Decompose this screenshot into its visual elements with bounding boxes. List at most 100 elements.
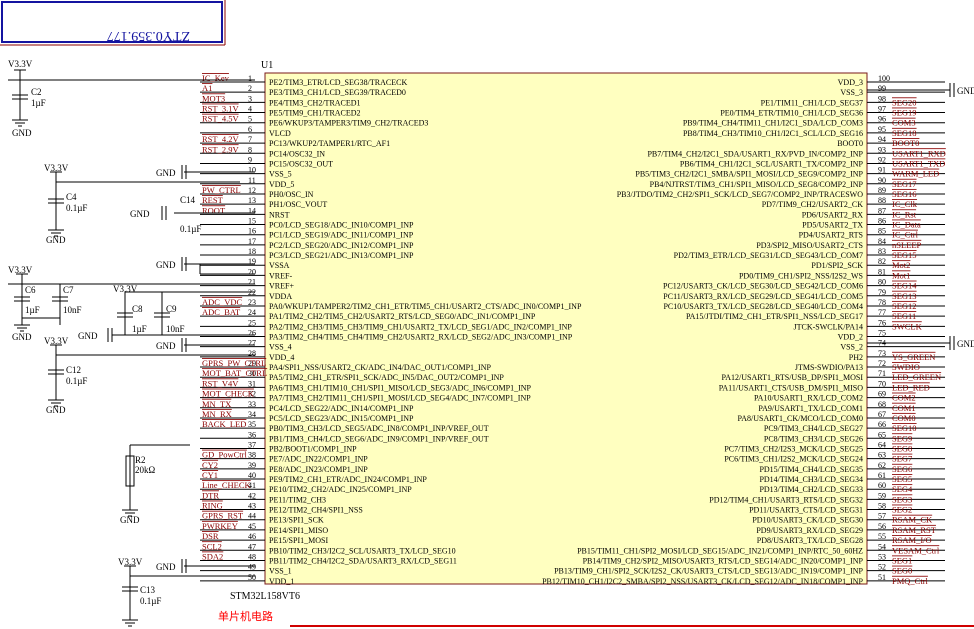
- left-pin-name: PC3/LCD_SEG21/ADC_IN13/COMP1_INP: [269, 251, 414, 260]
- right-pin-name: PB7/TIM4_CH2/I2C1_SDA/USART1_RX/PVD_IN/C…: [647, 149, 863, 158]
- c2-label: C2: [31, 87, 42, 97]
- v33-label-1: V3.3V: [8, 59, 33, 69]
- right-net-label: WARM_LED: [892, 169, 939, 179]
- left-pin-number: 14: [248, 206, 256, 215]
- right-net-label: IC_Clk: [892, 199, 918, 209]
- right-pin-name: PC8/TIM3_CH3/LCD_SEG26: [764, 434, 863, 443]
- left-net-label: ADC_BAT: [202, 307, 241, 317]
- right-pin-number: 60: [878, 481, 886, 490]
- left-pin-name: PB11/TIM2_CH4/I2C2_SDA/USART3_RX/LCD_SEG…: [269, 556, 457, 565]
- left-pin-number: 19: [248, 257, 256, 266]
- right-pin-number: 70: [878, 379, 886, 388]
- chip-caption: 单片机电路: [218, 609, 273, 623]
- right-pin-number: 67: [878, 410, 886, 419]
- left-net-label: Line_CHECK: [202, 480, 251, 490]
- right-pin-name: JTCK-SWCLK/PA14: [794, 322, 864, 331]
- left-pin-name: PE13/SPI1_SCK: [269, 516, 324, 525]
- left-net-label: RST_V4V: [202, 378, 239, 388]
- right-net-label: COM1: [892, 403, 916, 413]
- right-pin-name: PD7/TIM9_CH2/USART2_CK: [762, 200, 864, 209]
- left-net-label: SDA2: [202, 551, 223, 561]
- chip-designator: U1: [261, 60, 273, 71]
- right-pin-number: 82: [878, 257, 886, 266]
- left-net-label: DSR: [202, 531, 219, 541]
- right-pin-name: PB8/TIM4_CH3/TIM10_CH1/I2C1_SCL/LCD_SEG1…: [683, 129, 863, 138]
- right-pin-number: 96: [878, 115, 886, 124]
- left-pin-name: PA7/TIM3_CH2/TIM11_CH1/SPI1_MOSI/LCD_SEG…: [269, 394, 531, 403]
- c12-label: C12: [66, 365, 81, 375]
- left-pin-number: 37: [248, 440, 256, 449]
- right-net-label: COM2: [892, 393, 916, 403]
- left-pin-name: PA4/SPI1_NSS/USART2_CK/ADC_IN4/DAC_OUT1/…: [269, 363, 491, 372]
- right-pin-number: 71: [878, 369, 886, 378]
- right-pin-name: PD14/TIM4_CH3/LCD_SEG34: [759, 475, 863, 484]
- left-pin-number: 44: [248, 512, 256, 521]
- left-pin-name: VSS_4: [269, 343, 292, 352]
- right-pin-number: 59: [878, 491, 886, 500]
- left-pin-number: 45: [248, 522, 256, 531]
- left-net-label: IC_Kev: [202, 73, 230, 83]
- ground-symbol-icon: [122, 619, 138, 627]
- left-pin-name: PE2/TIM3_ETR/LCD_SEG38/TRACECK: [269, 78, 407, 87]
- gnd-label-5: GND: [120, 515, 140, 525]
- left-net-label: MN_RX: [202, 409, 232, 419]
- right-pin-name: PB6/TIM4_CH1/I2C1_SCL/USART1_TX/COMP2_IN…: [680, 159, 864, 168]
- left-pin-number: 11: [248, 176, 256, 185]
- left-net-label: PW_CTRL: [202, 185, 241, 195]
- right-pin-name: PD15/TIM4_CH4/LCD_SEG35: [759, 465, 863, 474]
- right-net-label: COM0: [892, 413, 916, 423]
- left-pin-number: 16: [248, 227, 256, 236]
- right-pin-number: 87: [878, 206, 886, 215]
- right-net-label: SEG15: [892, 250, 917, 260]
- left-net-label: A1: [202, 83, 212, 93]
- right-net-label: SEG5: [892, 474, 912, 484]
- right-net-label: SEG9: [892, 433, 912, 443]
- left-pin-name: PB0/TIM3_CH3/LCD_SEG5/ADC_IN8/COMP1_INP/…: [269, 424, 489, 433]
- left-pin-number: 47: [248, 542, 256, 551]
- right-pin-name: PC6/TIM3_CH1/I2S2_MCK/LCD_SEG24: [724, 455, 863, 464]
- gnd-label-2: GND: [46, 235, 66, 245]
- right-net-label: SEG6: [892, 464, 912, 474]
- right-pin-name: VDD_2: [838, 333, 863, 342]
- right-pin-name: PA12/USART1_RTS/USB_DP/SPI1_MOSI: [722, 373, 864, 382]
- left-pin-number: 25: [248, 318, 256, 327]
- right-pin-number: 92: [878, 155, 886, 164]
- title-box-text: ZTY0.359.177: [107, 28, 190, 43]
- left-pin-number: 8: [248, 145, 252, 154]
- left-net-label: GPRS_RST: [202, 511, 244, 521]
- right-net-label: SEG3: [892, 494, 912, 504]
- right-pin-name: PE0/TIM4_ETR/TIM10_CH1/LCD_SEG36: [720, 109, 863, 118]
- right-pin-number: 85: [878, 227, 886, 236]
- c4-value: 0.1µF: [66, 203, 87, 213]
- gnd-label-4: GND: [46, 405, 66, 415]
- right-pin-name: PB13/TIM9_CH1/SPI2_SCK/I2S2_CK/USART3_CT…: [554, 567, 863, 576]
- left-net-label: SCL2: [202, 541, 222, 551]
- right-net-label: SEG19: [892, 108, 917, 118]
- right-pin-number: 57: [878, 512, 886, 521]
- right-pin-number: 51: [878, 573, 886, 582]
- c14-label: C14: [180, 195, 196, 205]
- left-pin-number: 7: [248, 135, 252, 144]
- right-pin-number: 54: [878, 542, 886, 551]
- c9-label: C9: [166, 304, 177, 314]
- c8-label: C8: [132, 304, 143, 314]
- c8-value: 1µF: [132, 324, 147, 334]
- right-pin-name: PD1/SPI2_SCK: [811, 261, 863, 270]
- left-pin-number: 35: [248, 420, 256, 429]
- right-net-label: SWDIO: [892, 362, 920, 372]
- left-pin-name: PE5/TIM9_CH1/TRACED2: [269, 109, 361, 118]
- left-pin-name: PE10/TIM2_CH2/ADC_IN25/COMP1_INP: [269, 485, 412, 494]
- right-pin-name: PD0/TIM9_CH1/SPI2_NSS/I2S2_WS: [739, 271, 863, 280]
- left-pin-number: 23: [248, 298, 256, 307]
- left-net-label: ROOT: [202, 205, 226, 215]
- left-pin-number: 3: [248, 94, 252, 103]
- right-pin-number: 89: [878, 186, 886, 195]
- left-pin-name: PB10/TIM2_CH3/I2C2_SCL/USART3_TX/LCD_SEG…: [269, 546, 456, 555]
- left-pin-name: PB2/BOOT1/COMP1_INP: [269, 444, 357, 453]
- right-pin-name: PE1/TIM11_CH1/LCD_SEG37: [761, 98, 863, 107]
- left-net-label: GPRS_PW_CTRL: [202, 358, 266, 368]
- right-pin-name: JTMS-SWDIO/PA13: [795, 363, 863, 372]
- right-net-label: SEG20: [892, 97, 917, 107]
- right-pin-name: PC12/USART3_CK/LCD_SEG30/LCD_SEG42/LCD_C…: [663, 282, 863, 291]
- right-pin-number: 58: [878, 502, 886, 511]
